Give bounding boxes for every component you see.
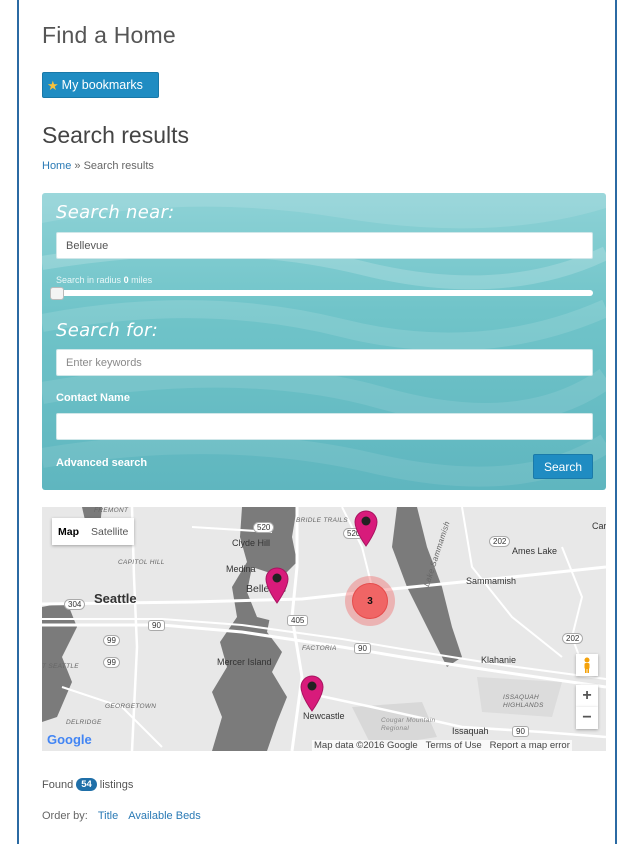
zoom-out-button[interactable]: − [576, 707, 598, 729]
google-logo: Google [47, 732, 92, 747]
map-label-capitol-hill: CAPITOL HILL [118, 559, 165, 566]
map-label-clyde-hill: Clyde Hill [232, 538, 271, 548]
map-attribution: Map data ©2016 Google Terms of Use Repor… [312, 740, 572, 751]
radius-value: 0 [123, 275, 129, 285]
search-near-label: Search near: [56, 202, 175, 223]
order-by-label: Order by: [42, 810, 88, 822]
map-marker-pin[interactable] [264, 566, 290, 604]
map-label-sammamish: Sammamish [466, 576, 517, 586]
breadcrumb-separator: » [74, 160, 81, 172]
map-label-ames-lake: Ames Lake [512, 546, 558, 556]
order-by-title-link[interactable]: Title [98, 810, 118, 822]
highway-shield: 202 [562, 633, 584, 644]
map-label-newcastle: Newcastle [303, 711, 345, 721]
highway-shield: 90 [354, 643, 371, 654]
map-label-bridle-trails: BRIDLE TRAILS [296, 517, 348, 524]
map-label-klahanie: Klahanie [481, 655, 517, 665]
terms-of-use-link[interactable]: Terms of Use [426, 740, 482, 751]
map[interactable]: Map Satellite Seattle Bellevue Clyde Hil… [42, 507, 606, 751]
map-label-issaquah-highlands: ISSAQUAH HIGHLANDS [503, 694, 544, 709]
highway-shield: 405 [287, 615, 309, 626]
contact-name-input[interactable] [56, 413, 593, 440]
highway-shield: 520 [253, 522, 275, 533]
map-label-medina: Medina [226, 564, 256, 574]
breadcrumb-current: Search results [83, 160, 154, 172]
map-label-issaquah: Issaquah [452, 726, 489, 736]
map-label-georgetown: GEORGETOWN [105, 703, 157, 710]
radius-slider-handle[interactable] [50, 287, 64, 300]
star-icon: ★ [47, 77, 59, 93]
map-label-cougar-mountain: Cougar Mountain Regional [381, 717, 436, 732]
map-type-control: Map Satellite [52, 518, 135, 545]
map-label-seattle: Seattle [94, 591, 137, 606]
search-for-label: Search for: [56, 320, 159, 341]
page-title: Search results [42, 122, 190, 148]
street-view-pegman-icon[interactable] [576, 654, 598, 676]
order-by: Order by: Title Available Beds [42, 810, 201, 822]
map-label-fremont: FREMONT [94, 507, 129, 514]
map-label-mercer-island: Mercer Island [217, 657, 272, 667]
map-label-car: Car [592, 521, 606, 531]
highway-shield: 90 [512, 726, 529, 737]
results-count: Found 54 listings [42, 778, 134, 791]
map-marker-pin[interactable] [353, 509, 379, 547]
marker-cluster-count: 3 [352, 583, 388, 619]
highway-shield: 99 [103, 635, 120, 646]
contact-name-label: Contact Name [56, 392, 130, 404]
map-label-west-seattle: T SEATTLE [42, 663, 79, 670]
map-marker-pin[interactable] [299, 674, 325, 712]
radius-slider-track[interactable] [56, 290, 593, 296]
map-label-delridge: DELRIDGE [66, 719, 102, 726]
highway-shield: 90 [148, 620, 165, 631]
advanced-search-link[interactable]: Advanced search [56, 457, 147, 469]
map-data-text: Map data ©2016 Google [314, 740, 418, 751]
breadcrumb-home-link[interactable]: Home [42, 160, 71, 172]
map-type-map-button[interactable]: Map [52, 518, 85, 545]
highway-shield: 99 [103, 657, 120, 668]
map-label-factoria: FACTORIA [302, 645, 337, 652]
search-near-input[interactable]: Bellevue [56, 232, 593, 259]
radius-text: Search in radius 0 miles [56, 275, 153, 285]
my-bookmarks-label: My bookmarks [61, 78, 143, 92]
highway-shield: 304 [64, 599, 86, 610]
highway-shield: 202 [489, 536, 511, 547]
my-bookmarks-button[interactable]: ★ My bookmarks [42, 72, 159, 98]
search-panel: Search near: Bellevue Search in radius 0… [42, 193, 606, 490]
results-count-badge: 54 [76, 778, 97, 791]
page-heading: Find a Home [42, 22, 176, 48]
breadcrumb: Home » Search results [42, 160, 154, 172]
zoom-in-button[interactable]: + [576, 685, 598, 707]
marker-cluster[interactable]: 3 [345, 576, 395, 626]
keywords-input[interactable]: Enter keywords [56, 349, 593, 376]
search-button[interactable]: Search [533, 454, 593, 479]
order-by-available-beds-link[interactable]: Available Beds [128, 810, 201, 822]
report-map-error-link[interactable]: Report a map error [490, 740, 570, 751]
map-type-satellite-button[interactable]: Satellite [85, 518, 134, 545]
